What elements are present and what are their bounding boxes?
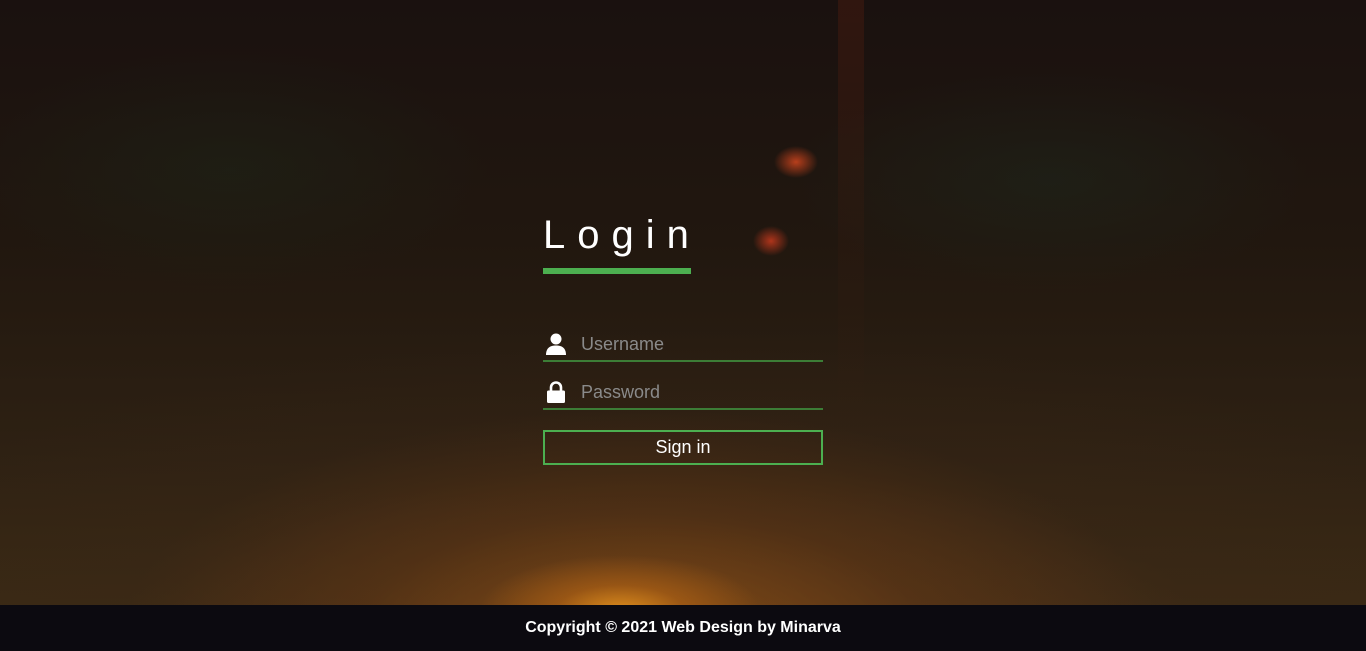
page-title: Login (543, 213, 701, 257)
login-form: Login Sign in (543, 210, 823, 465)
copyright-text: Copyright © 2021 Web Design by Minarva (525, 619, 841, 636)
footer: Copyright © 2021 Web Design by Minarva (0, 605, 1366, 651)
sign-in-button[interactable]: Sign in (543, 430, 823, 465)
login-page: Login Sign in Copyright © 2021 Web (0, 0, 1366, 651)
username-input[interactable] (569, 329, 823, 359)
username-field (543, 328, 823, 362)
password-input[interactable] (569, 377, 823, 407)
lock-icon (543, 380, 569, 404)
password-field (543, 376, 823, 410)
background-light-streak (838, 0, 864, 605)
title-underline (543, 268, 691, 274)
user-icon (543, 332, 569, 356)
